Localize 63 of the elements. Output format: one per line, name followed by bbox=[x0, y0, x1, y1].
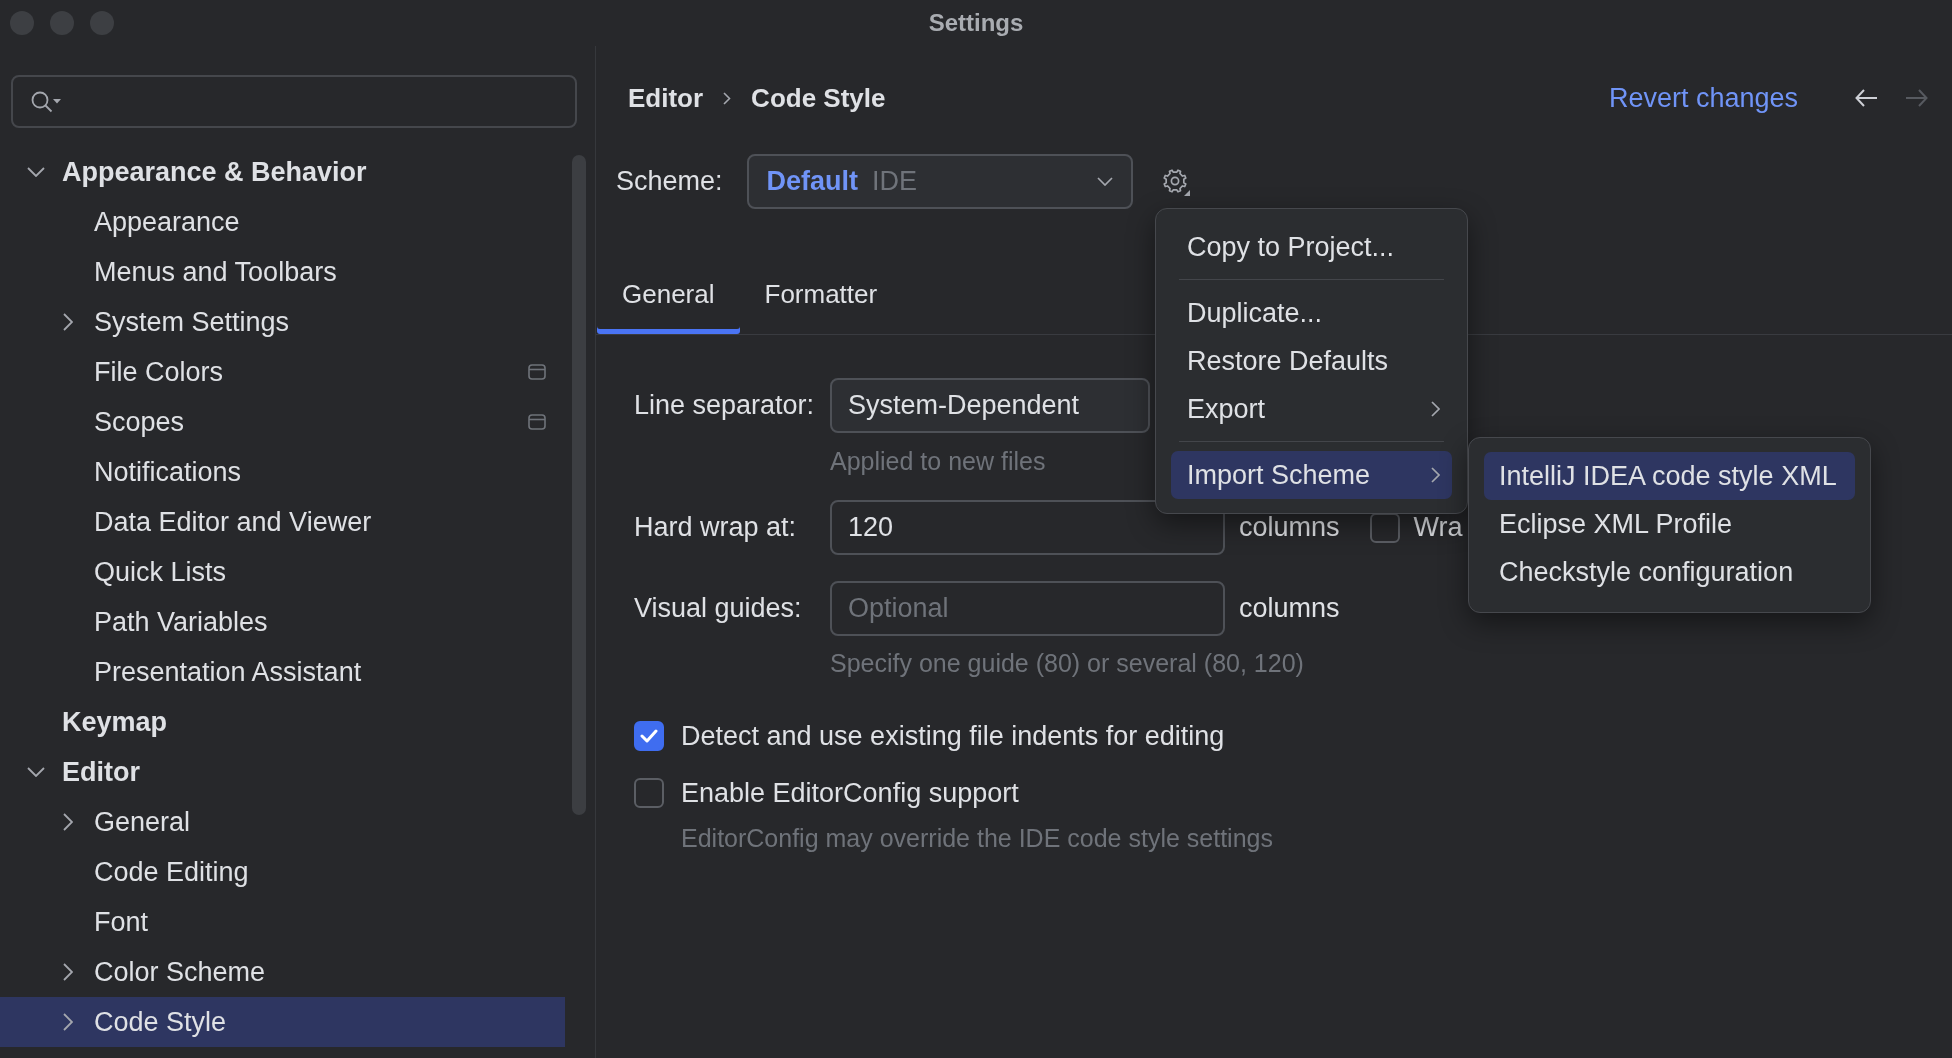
menu-item[interactable]: Eclipse XML Profile bbox=[1484, 500, 1855, 548]
hint-text: EditorConfig may override the IDE code style settings bbox=[681, 824, 1273, 852]
chevron-down-icon[interactable] bbox=[27, 167, 45, 177]
checkbox-label: Enable EditorConfig support bbox=[681, 777, 1019, 809]
tree-item[interactable]: Editor bbox=[0, 747, 565, 797]
window-title: Settings bbox=[928, 9, 1024, 37]
tab[interactable]: General bbox=[597, 254, 740, 334]
menu-item[interactable]: Export bbox=[1171, 385, 1452, 433]
menu-item[interactable]: Copy to Project... bbox=[1171, 223, 1452, 271]
scheme-label: Scheme: bbox=[616, 166, 723, 197]
checkbox[interactable] bbox=[634, 721, 664, 751]
menu-item[interactable]: Restore Defaults bbox=[1171, 337, 1452, 385]
back-arrow-icon[interactable] bbox=[1855, 89, 1877, 107]
tree-item[interactable]: Quick Lists bbox=[0, 547, 565, 597]
chevron-down-icon bbox=[1096, 177, 1113, 186]
menu-item[interactable]: IntelliJ IDEA code style XML bbox=[1484, 452, 1855, 500]
chevron-right-icon bbox=[723, 91, 732, 105]
chevron-right-icon[interactable] bbox=[63, 1013, 73, 1031]
chevron-down-icon[interactable] bbox=[27, 767, 45, 777]
checkbox[interactable] bbox=[634, 778, 664, 808]
tree-item[interactable]: Notifications bbox=[0, 447, 565, 497]
unit-label: columns bbox=[1239, 593, 1340, 624]
menu-item[interactable]: Import Scheme bbox=[1171, 451, 1452, 499]
field-label: Line separator: bbox=[634, 390, 816, 421]
field-label: Hard wrap at: bbox=[634, 512, 798, 543]
revert-link[interactable]: Revert changes bbox=[1608, 82, 1798, 114]
tree-item[interactable]: Appearance & Behavior bbox=[0, 147, 565, 197]
tree-item[interactable]: Scopes bbox=[0, 397, 565, 447]
check-icon bbox=[640, 729, 658, 743]
tree-item[interactable]: System Settings bbox=[0, 297, 565, 347]
input-field[interactable]: Optional bbox=[830, 581, 1225, 636]
tree-item[interactable]: Data Editor and Viewer bbox=[0, 497, 565, 547]
tree-item[interactable]: Menus and Toolbars bbox=[0, 247, 565, 297]
tree-item[interactable]: Appearance bbox=[0, 197, 565, 247]
checkbox-label: Wra bbox=[1413, 512, 1463, 543]
tree-item[interactable]: Font bbox=[0, 897, 565, 947]
tree-item[interactable]: Color Scheme bbox=[0, 947, 565, 997]
tree-item[interactable]: File Colors bbox=[0, 347, 565, 397]
menu-item[interactable]: Duplicate... bbox=[1171, 289, 1452, 337]
unit-label: columns bbox=[1239, 512, 1340, 543]
tree-item[interactable]: Presentation Assistant bbox=[0, 647, 565, 697]
hint-text: Specify one guide (80) or several (80, 120) bbox=[830, 649, 1304, 677]
chevron-right-icon[interactable] bbox=[63, 963, 73, 981]
dropdown-field[interactable]: System-Dependent bbox=[830, 378, 1150, 433]
tree-item[interactable]: Code Editing bbox=[0, 847, 565, 897]
menu-item[interactable]: Checkstyle configuration bbox=[1484, 548, 1855, 596]
tree-item[interactable]: Path Variables bbox=[0, 597, 565, 647]
tab[interactable]: Formatter bbox=[739, 254, 903, 334]
tree-item[interactable]: General bbox=[0, 797, 565, 847]
settings-icon[interactable] bbox=[1161, 167, 1190, 196]
scheme-dropdown[interactable]: Default IDE bbox=[746, 154, 1133, 209]
search-field[interactable] bbox=[11, 75, 577, 128]
chevron-right-icon[interactable] bbox=[63, 313, 73, 331]
field-label: Visual guides: bbox=[634, 593, 803, 624]
checkbox-label: Detect and use existing file indents for editing bbox=[681, 720, 1225, 752]
breadcrumb-item: Editor bbox=[628, 82, 704, 114]
breadcrumb-item: Code Style bbox=[751, 82, 886, 114]
tree-item[interactable]: Keymap bbox=[0, 697, 565, 747]
tree-item[interactable]: Code Style bbox=[0, 997, 565, 1047]
hint-text: Applied to new files bbox=[830, 447, 1046, 475]
chevron-right-icon[interactable] bbox=[63, 813, 73, 831]
input-field[interactable]: 120 bbox=[830, 500, 1225, 555]
search-icon bbox=[31, 90, 61, 113]
